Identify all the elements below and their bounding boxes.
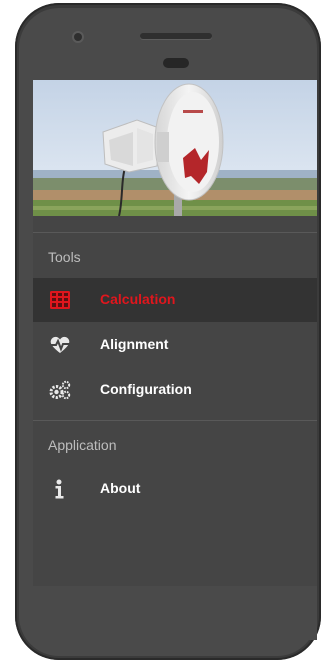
heart-pulse-icon bbox=[49, 335, 71, 355]
gears-icon bbox=[49, 380, 71, 400]
menu-item-calculation[interactable]: Calculation bbox=[33, 278, 317, 322]
header-divider bbox=[33, 232, 317, 233]
calculator-icon bbox=[49, 290, 71, 310]
menu-item-label: Alignment bbox=[100, 336, 169, 352]
section-label-application: Application bbox=[48, 437, 117, 453]
section-divider bbox=[33, 420, 317, 421]
info-icon bbox=[49, 479, 71, 499]
navigation-drawer: Tools Calculation Alignment Configuratio… bbox=[33, 80, 317, 586]
front-camera bbox=[74, 33, 82, 41]
screen-bottom-area bbox=[33, 586, 317, 640]
menu-item-label: Configuration bbox=[100, 381, 192, 397]
menu-item-configuration[interactable]: Configuration bbox=[33, 368, 317, 412]
speaker-grill bbox=[140, 33, 212, 39]
proximity-sensor bbox=[163, 58, 189, 68]
menu-item-about[interactable]: About bbox=[33, 467, 317, 511]
menu-item-alignment[interactable]: Alignment bbox=[33, 323, 317, 367]
menu-item-label: About bbox=[100, 480, 141, 496]
header-image bbox=[33, 80, 317, 216]
section-label-tools: Tools bbox=[48, 249, 81, 265]
menu-item-label: Calculation bbox=[100, 291, 176, 307]
